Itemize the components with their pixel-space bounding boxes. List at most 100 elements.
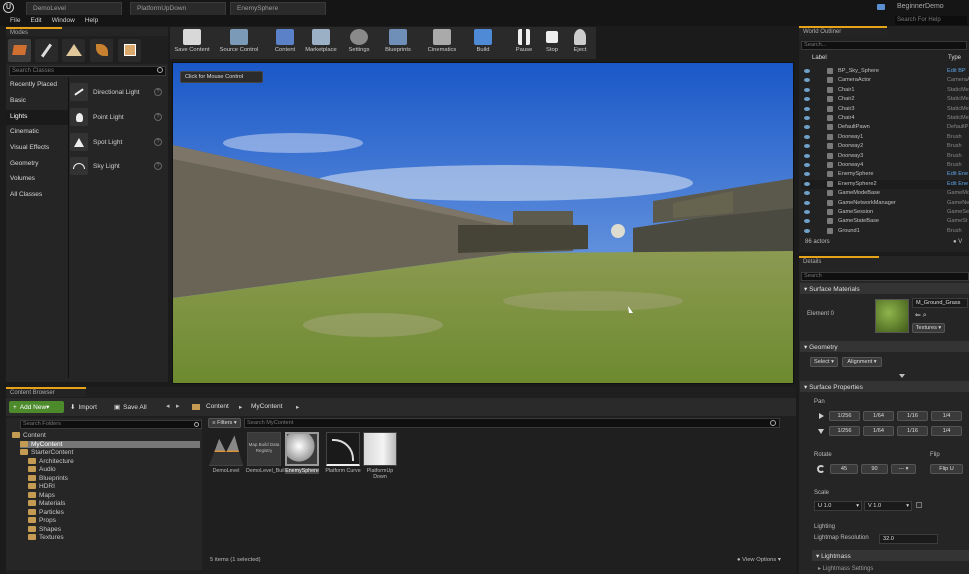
visibility-eye-icon[interactable] <box>804 191 810 196</box>
content-button[interactable]: Content <box>270 27 300 59</box>
scale-v-field[interactable]: V 1.0 ▾ <box>864 501 912 511</box>
eject-button[interactable]: Eject <box>568 27 592 59</box>
pause-button[interactable]: Pause <box>512 27 536 59</box>
menu-help[interactable]: Help <box>85 17 98 24</box>
tab-platformupdown[interactable]: PlatformUpDown <box>130 2 226 15</box>
asset-demolevel-builtdata[interactable]: Map Build Data Registry DemoLevel_BuiltD… <box>246 432 297 484</box>
visibility-eye-icon[interactable] <box>804 228 810 233</box>
help-icon[interactable]: ? <box>154 113 162 121</box>
visibility-eye-icon[interactable] <box>804 97 810 102</box>
category-basic[interactable]: Basic <box>6 94 68 109</box>
visibility-eye-icon[interactable] <box>804 181 810 186</box>
outliner-row[interactable]: BP_Sky_Sphere Edit BP <box>801 67 969 76</box>
place-mode-icon[interactable] <box>8 39 31 62</box>
cinematics-button[interactable]: Cinematics <box>424 27 460 59</box>
lightmass-settings-label[interactable]: ▸ Lightmass Settings <box>818 565 873 572</box>
sky-light-item[interactable]: Sky Light? <box>70 154 166 178</box>
outliner-row[interactable]: DefaultPawn DefaultP <box>801 123 969 132</box>
asset-platform-curve[interactable]: Platform Curve <box>325 432 361 484</box>
outliner-row[interactable]: Chair1 StaticMe <box>801 86 969 95</box>
visibility-eye-icon[interactable] <box>804 78 810 83</box>
scale-u-field[interactable]: U 1.0 ▾ <box>814 501 862 511</box>
blueprints-button[interactable]: Blueprints <box>380 27 416 59</box>
asset-demolevel[interactable]: DemoLevel <box>208 432 244 484</box>
lightmap-resolution-field[interactable]: 32.0 <box>879 534 938 544</box>
folder-node[interactable]: MyContent <box>20 440 200 448</box>
folder-node[interactable]: Props <box>28 517 56 524</box>
back-arrow-icon[interactable]: ◂ <box>166 402 170 410</box>
expand-arrow-icon[interactable] <box>899 374 905 378</box>
actor-type[interactable]: Edit BP <box>947 68 969 74</box>
source-control-button[interactable]: Source Control <box>214 27 264 59</box>
paint-mode-icon[interactable] <box>35 39 58 62</box>
category-visual-effects[interactable]: Visual Effects <box>6 141 68 156</box>
outliner-row[interactable]: GameModeBase GameMo <box>801 189 969 198</box>
outliner-search-input[interactable]: Search... <box>801 41 967 50</box>
outliner-row[interactable]: Ground1 Brush <box>801 227 969 236</box>
surface-materials-section[interactable]: ▾ Surface Materials <box>800 283 969 294</box>
folder-node[interactable]: Audio <box>28 466 56 473</box>
rotate-icon[interactable] <box>817 465 825 473</box>
visibility-eye-icon[interactable] <box>804 69 810 73</box>
outliner-row[interactable]: Doorway3 Brush <box>801 152 969 161</box>
help-icon[interactable]: ? <box>154 162 162 170</box>
rotate-custom-dropdown[interactable]: --- ▾ <box>891 464 916 474</box>
category-volumes[interactable]: Volumes <box>6 172 68 187</box>
landscape-mode-icon[interactable] <box>62 39 85 62</box>
surface-properties-section[interactable]: ▾ Surface Properties <box>800 381 969 392</box>
visibility-eye-icon[interactable] <box>804 219 810 224</box>
visibility-eye-icon[interactable] <box>804 153 810 158</box>
details-search-input[interactable]: Search <box>801 272 969 281</box>
outliner-row[interactable]: GameSession GameSe <box>801 208 969 217</box>
filters-dropdown[interactable]: ≡ Filters ▾ <box>208 418 241 428</box>
help-icon[interactable]: ? <box>154 88 162 96</box>
breadcrumb-mycontent[interactable]: MyContent <box>251 403 282 410</box>
asset-platformupdown[interactable]: PlatformUp Down <box>362 432 398 484</box>
outliner-row[interactable]: Chair3 StaticMe <box>801 105 969 114</box>
menu-edit[interactable]: Edit <box>30 17 41 24</box>
outliner-row[interactable]: EnemySphere2 Edit Ene <box>801 179 969 190</box>
search-classes-input[interactable]: Search Classes <box>9 66 166 76</box>
import-button[interactable]: ⬇ Import <box>70 401 97 413</box>
outliner-row[interactable]: Doorway4 Brush <box>801 161 969 170</box>
pan-up-arrow-icon[interactable] <box>819 413 824 419</box>
outliner-col-label[interactable]: Label <box>812 55 827 61</box>
stop-button[interactable]: Stop <box>540 27 564 59</box>
material-thumbnail[interactable] <box>875 299 909 333</box>
outliner-row[interactable]: Chair4 StaticMe <box>801 114 969 123</box>
pan-v-1-16[interactable]: 1/16 <box>897 426 928 436</box>
material-name-field[interactable]: M_Ground_Grass <box>912 298 968 308</box>
flip-u-button[interactable]: Flip U <box>930 464 963 474</box>
folder-node[interactable]: Textures <box>28 534 64 541</box>
breadcrumb-content[interactable]: Content <box>206 403 229 410</box>
folder-node[interactable]: StarterContent <box>20 449 73 456</box>
visibility-eye-icon[interactable] <box>804 106 810 111</box>
select-dropdown[interactable]: Select ▾ <box>810 357 838 367</box>
visibility-eye-icon[interactable] <box>804 87 810 92</box>
marketplace-button[interactable]: Marketplace <box>302 27 340 59</box>
mouse-control-badge[interactable]: Click for Mouse Control <box>180 71 263 83</box>
outliner-row[interactable]: GameStateBase GameSt <box>801 217 969 226</box>
help-search-input[interactable]: Search For Help <box>895 16 967 25</box>
folder-node[interactable]: Materials <box>28 500 65 507</box>
menu-window[interactable]: Window <box>52 17 75 24</box>
view-options-button[interactable]: ● View Options ▾ <box>737 557 781 563</box>
outliner-row[interactable]: CameraActor CameraA <box>801 76 969 85</box>
pan-u-1-64[interactable]: 1/64 <box>863 411 894 421</box>
rotate-90-button[interactable]: 90 <box>861 464 888 474</box>
visibility-eye-icon[interactable] <box>804 125 810 130</box>
folder-node[interactable]: Shapes <box>28 526 61 533</box>
folder-node[interactable]: Content <box>12 432 46 439</box>
menu-file[interactable]: File <box>10 17 20 24</box>
category-geometry[interactable]: Geometry <box>6 157 68 172</box>
save-all-button[interactable]: ▣ Save All <box>114 401 147 413</box>
category-lights[interactable]: Lights <box>6 110 68 125</box>
folder-node[interactable]: Architecture <box>28 458 74 465</box>
category-cinematic[interactable]: Cinematic <box>6 125 68 140</box>
save-content-button[interactable]: Save Content <box>172 27 212 59</box>
visibility-eye-icon[interactable] <box>804 144 810 149</box>
spot-light-item[interactable]: Spot Light? <box>70 130 166 154</box>
folder-node[interactable]: Maps <box>28 492 55 499</box>
notification-icon[interactable] <box>877 4 885 10</box>
visibility-eye-icon[interactable] <box>804 210 810 214</box>
